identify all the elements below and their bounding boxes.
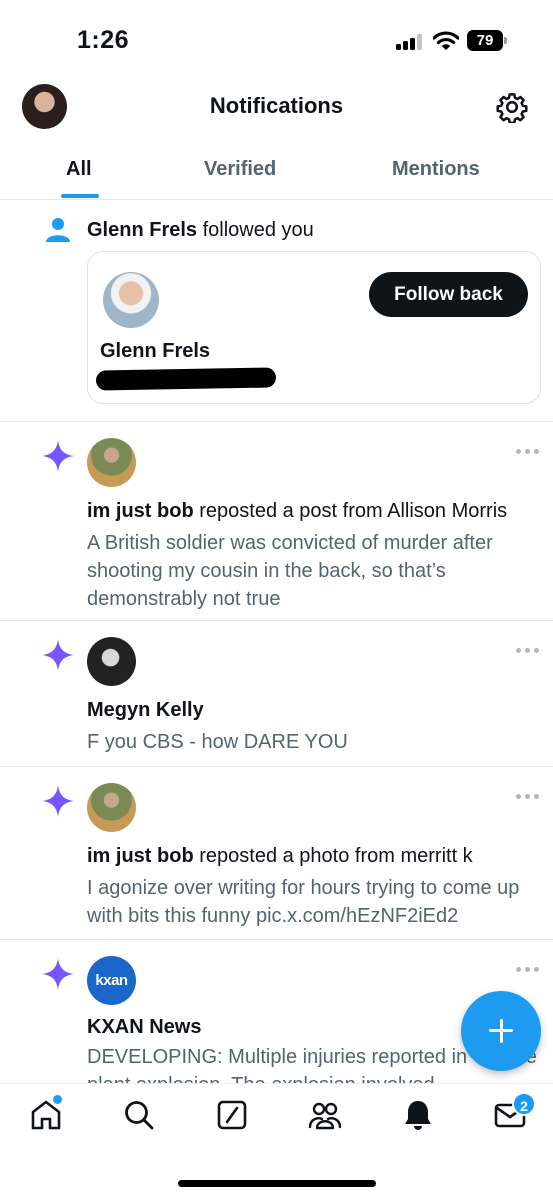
status-bar: 1:26 79	[0, 0, 553, 80]
avatar[interactable]: kxan	[87, 956, 136, 1005]
notification-title: Megyn Kelly	[87, 699, 204, 722]
actor-name[interactable]: KXAN News	[87, 1016, 201, 1038]
avatar[interactable]	[87, 438, 136, 487]
follow-action: followed you	[202, 219, 314, 241]
grok-icon[interactable]	[215, 1098, 249, 1132]
follow-back-button[interactable]: Follow back	[369, 272, 528, 317]
follower-name[interactable]: Glenn Frels	[87, 219, 197, 241]
user-card-name[interactable]: Glenn Frels	[100, 340, 210, 363]
notifications-bell-icon[interactable]	[401, 1098, 435, 1132]
active-tab-indicator	[61, 194, 99, 198]
tab-mentions[interactable]: Mentions	[392, 158, 480, 181]
avatar[interactable]	[87, 637, 136, 686]
follow-notification[interactable]: Glenn Frels followed you Follow back Gle…	[0, 201, 553, 422]
search-icon[interactable]	[122, 1098, 156, 1132]
tab-all[interactable]: All	[66, 158, 92, 181]
home-indicator	[178, 1180, 376, 1187]
actor-name[interactable]: im just bob	[87, 845, 194, 867]
notification-title: KXAN News	[87, 1016, 201, 1039]
notification-title: im just bob reposted a photo from merrit…	[87, 845, 473, 868]
notification-body: I agonize over writing for hours trying …	[87, 877, 520, 927]
bottom-nav: 2	[0, 1083, 553, 1200]
more-options-icon[interactable]	[516, 448, 540, 456]
gear-icon[interactable]	[496, 91, 528, 123]
compose-button[interactable]	[461, 991, 541, 1071]
notification-action: reposted a post from Allison Morris	[199, 500, 508, 522]
notification-body: A British soldier was convicted of murde…	[87, 532, 493, 610]
status-time: 1:26	[77, 26, 130, 54]
list-item[interactable]: im just bob reposted a post from Allison…	[0, 422, 553, 621]
battery-level: 79	[467, 30, 503, 51]
actor-name[interactable]: im just bob	[87, 500, 194, 522]
list-item[interactable]: im just bob reposted a photo from merrit…	[0, 767, 553, 940]
app-header: Notifications	[0, 80, 553, 140]
home-unread-dot	[53, 1095, 62, 1104]
messages-badge: 2	[512, 1092, 536, 1116]
avatar[interactable]	[87, 783, 136, 832]
wifi-icon	[433, 31, 459, 50]
user-card[interactable]: Follow back Glenn Frels	[87, 251, 541, 404]
redacted-handle	[95, 367, 277, 391]
notification-body: F you CBS - how DARE YOU	[87, 731, 348, 753]
sparkle-icon	[42, 440, 74, 472]
page-title: Notifications	[209, 93, 344, 118]
actor-name[interactable]: Megyn Kelly	[87, 699, 204, 721]
more-options-icon[interactable]	[516, 647, 540, 655]
notification-title: im just bob reposted a post from Allison…	[87, 500, 507, 523]
follow-notification-text: Glenn Frels followed you	[87, 219, 314, 242]
more-options-icon[interactable]	[516, 966, 540, 974]
sparkle-icon	[42, 785, 74, 817]
cellular-signal-icon	[396, 34, 424, 50]
sparkle-icon	[42, 958, 74, 990]
notification-tabs: All Verified Mentions	[0, 148, 553, 200]
battery-icon: 79	[467, 30, 507, 51]
communities-icon[interactable]	[308, 1098, 342, 1132]
notification-action: reposted a photo from merritt k	[199, 845, 473, 867]
more-options-icon[interactable]	[516, 793, 540, 801]
tab-verified[interactable]: Verified	[204, 158, 276, 181]
person-icon	[46, 218, 70, 242]
sparkle-icon	[42, 639, 74, 671]
list-item[interactable]: Megyn Kelly F you CBS - how DARE YOU	[0, 621, 553, 767]
user-card-avatar[interactable]	[103, 272, 159, 328]
